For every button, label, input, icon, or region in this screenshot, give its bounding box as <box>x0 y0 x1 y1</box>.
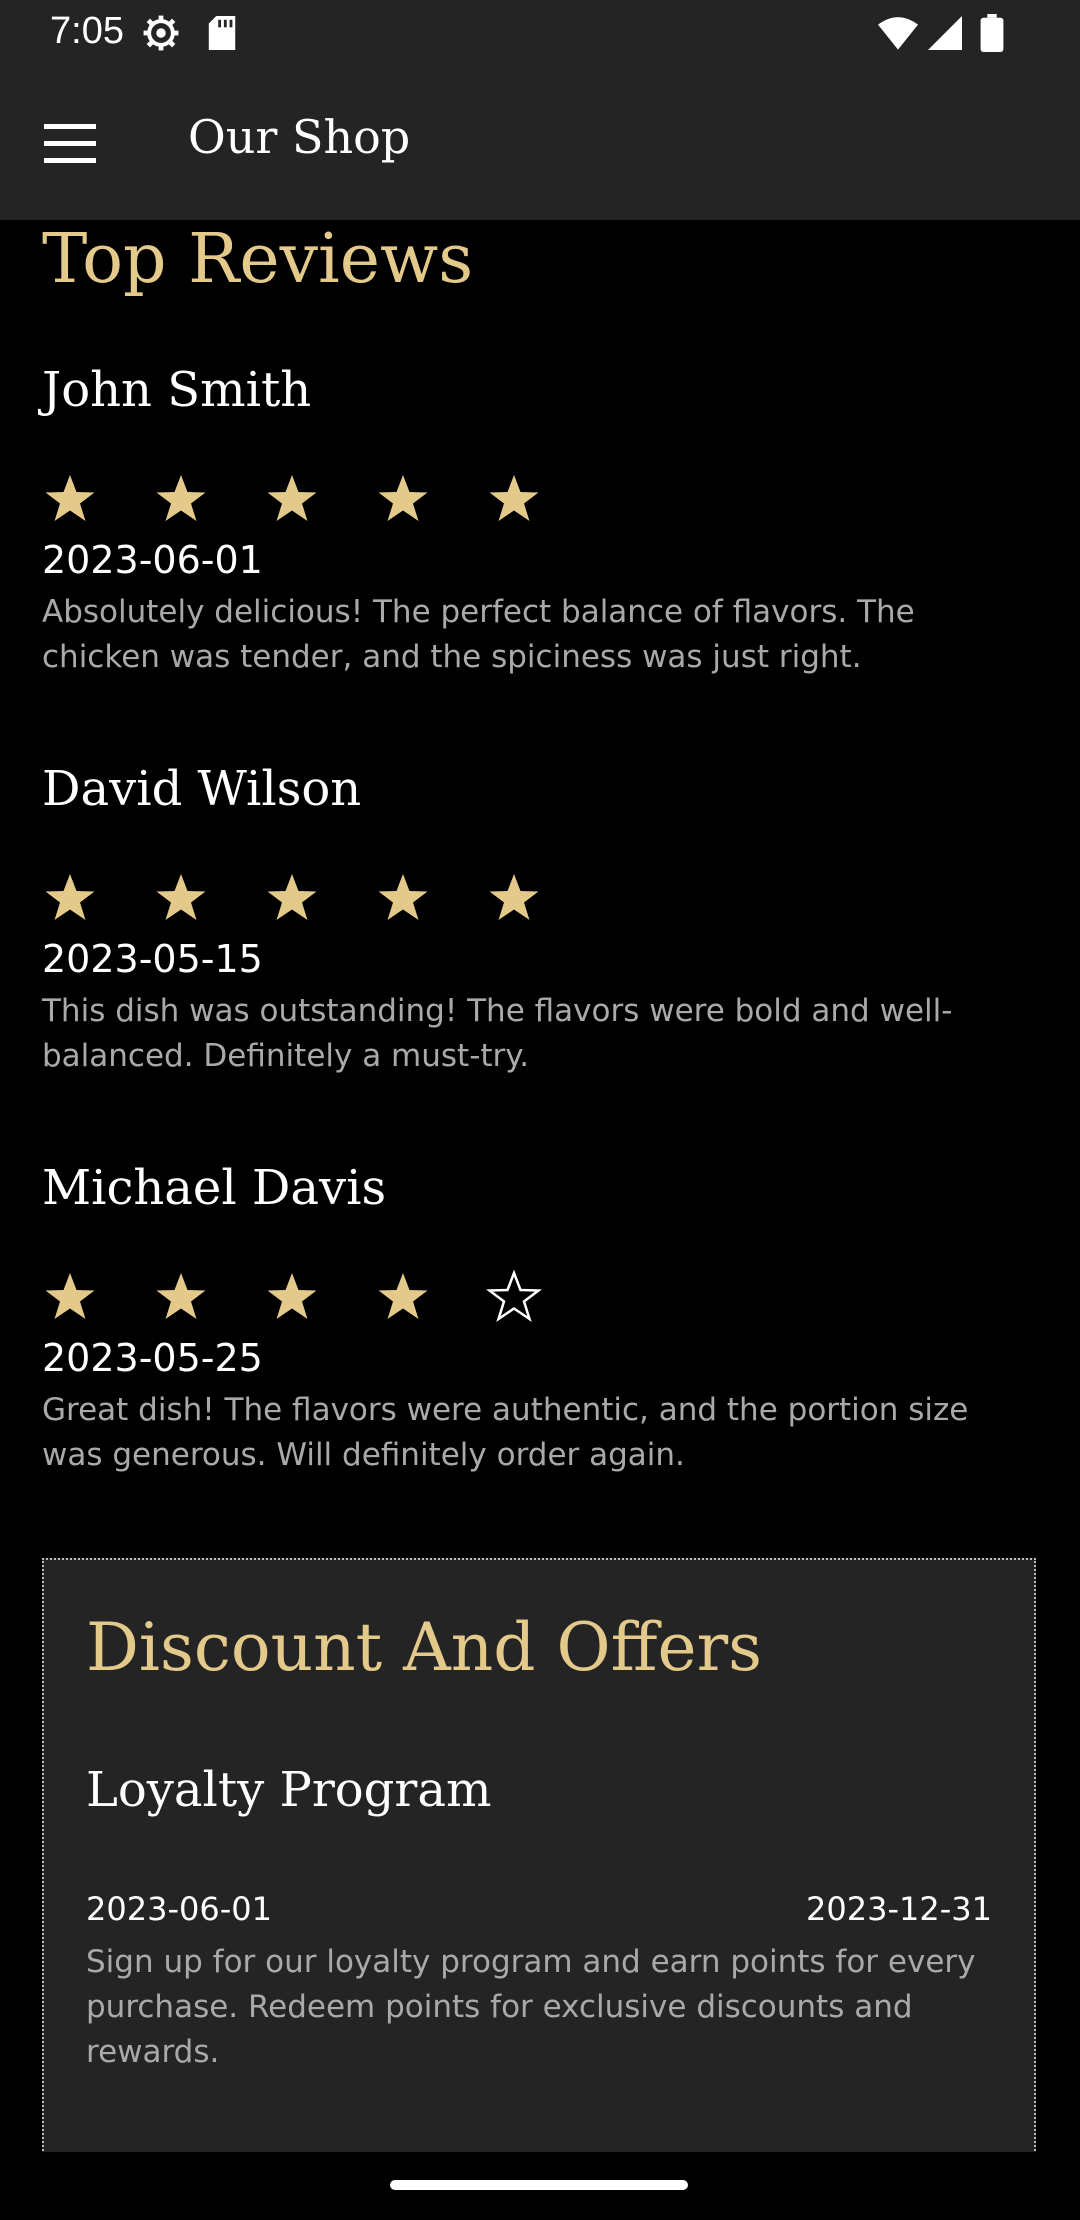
star-filled-icon <box>486 871 597 927</box>
star-filled-icon <box>153 871 264 927</box>
review-text: Great dish! The flavors were authentic, … <box>42 1392 969 1473</box>
star-outline-icon <box>486 1270 597 1326</box>
offer-name: Loyalty Program <box>86 1762 492 1818</box>
top-reviews-title: Top Reviews <box>42 220 474 299</box>
review-date: 2023-05-15 <box>42 937 263 981</box>
reviewer-name: Michael Davis <box>42 1160 387 1216</box>
star-filled-icon <box>153 1270 264 1326</box>
reviewer-name: David Wilson <box>42 761 362 817</box>
offer-end-date: 2023-12-31 <box>806 1890 992 1928</box>
wifi-icon <box>878 17 918 50</box>
status-time: 7:05 <box>50 10 124 52</box>
star-filled-icon <box>375 871 486 927</box>
reviewer-name: John Smith <box>42 362 312 418</box>
star-rating <box>42 472 1002 528</box>
review-item: Michael Davis 2023-05-25 Great dish! The… <box>42 1158 1002 1478</box>
status-bar: 7:05 <box>0 0 1080 68</box>
review-text: Absolutely delicious! The perfect balanc… <box>42 594 915 675</box>
signal-icon <box>928 16 962 50</box>
review-date: 2023-06-01 <box>42 538 263 582</box>
star-filled-icon <box>42 1270 153 1326</box>
discount-offers-title: Discount And Offers <box>86 1609 762 1686</box>
offer-start-date: 2023-06-01 <box>86 1890 272 1928</box>
star-filled-icon <box>375 472 486 528</box>
gesture-nav-handle[interactable] <box>390 2180 688 2190</box>
review-item: John Smith 2023-06-01 Absolutely delicio… <box>42 360 1002 680</box>
hamburger-menu-icon[interactable] <box>44 124 96 164</box>
offer-description: Sign up for our loyalty program and earn… <box>86 1944 976 2070</box>
star-filled-icon <box>486 472 597 528</box>
star-filled-icon <box>264 1270 375 1326</box>
review-text: This dish was outstanding! The flavors w… <box>42 993 953 1074</box>
star-filled-icon <box>42 472 153 528</box>
settings-gear-icon <box>143 15 179 51</box>
star-rating <box>42 871 1002 927</box>
app-bar: Our Shop <box>0 68 1080 220</box>
review-date: 2023-05-25 <box>42 1336 263 1380</box>
star-filled-icon <box>42 871 153 927</box>
sd-card-icon <box>208 16 236 50</box>
app-title: Our Shop <box>188 110 411 164</box>
review-item: David Wilson 2023-05-15 This dish was ou… <box>42 759 1002 1079</box>
discount-offers-card: Discount And Offers Loyalty Program 2023… <box>42 1558 1036 2198</box>
star-filled-icon <box>264 472 375 528</box>
star-filled-icon <box>264 871 375 927</box>
star-filled-icon <box>153 472 264 528</box>
star-filled-icon <box>375 1270 486 1326</box>
star-rating <box>42 1270 1002 1326</box>
battery-icon <box>980 14 1004 52</box>
